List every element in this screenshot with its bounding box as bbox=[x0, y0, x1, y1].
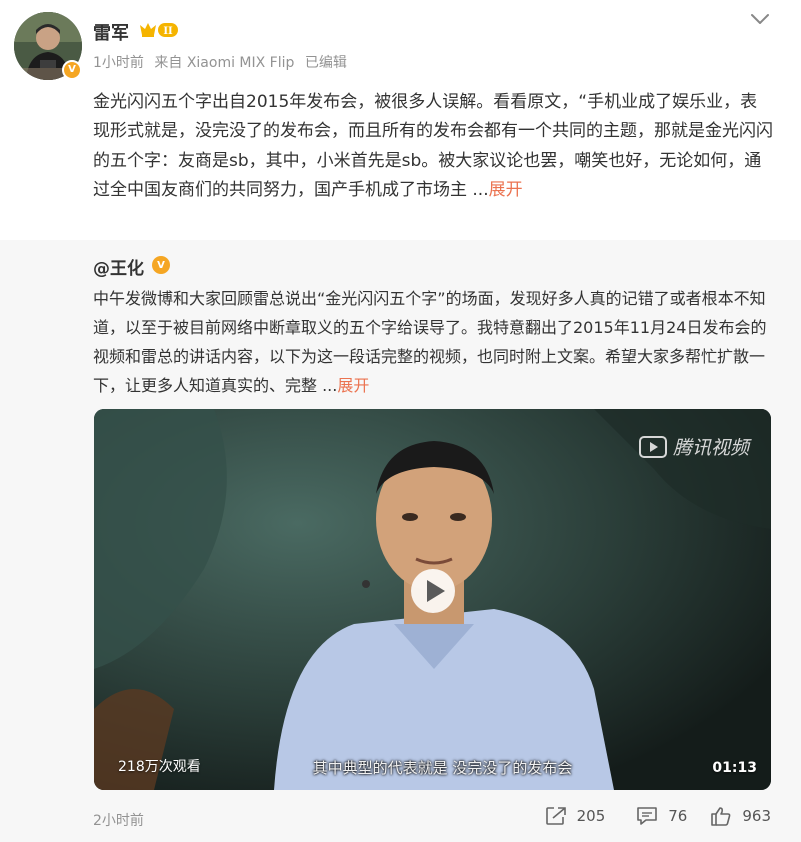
chevron-down-icon[interactable] bbox=[749, 12, 771, 26]
verified-badge-icon: V bbox=[152, 256, 170, 274]
post-edited[interactable]: 已编辑 bbox=[305, 55, 347, 71]
repost-time[interactable]: 2小时前 bbox=[93, 810, 144, 830]
member-level-text: II bbox=[163, 26, 173, 37]
post-body: 金光闪闪五个字出自2015年发布会，被很多人误解。看看原文，“手机业成了娱乐业，… bbox=[93, 88, 773, 206]
like-count: 963 bbox=[742, 807, 771, 825]
share-count: 205 bbox=[576, 807, 606, 825]
post-header: V 雷军 II 1小时前 来自 Xiaomi MIX Flip 已编辑 bbox=[0, 0, 801, 90]
comment-count: 76 bbox=[668, 807, 688, 825]
post-expand-link[interactable]: 展开 bbox=[489, 180, 523, 200]
author-name[interactable]: 雷军 bbox=[93, 19, 129, 45]
video-duration: 01:13 bbox=[712, 760, 757, 776]
like-button[interactable]: 963 bbox=[710, 806, 771, 826]
post-meta: 1小时前 来自 Xiaomi MIX Flip 已编辑 bbox=[93, 52, 353, 72]
repost-expand-link[interactable]: 展开 bbox=[337, 376, 369, 395]
post-time[interactable]: 1小时前 bbox=[93, 55, 144, 71]
repost-body: 中午发微博和大家回顾雷总说出“金光闪闪五个字”的场面，发现好多人真的记错了或者根… bbox=[93, 284, 773, 400]
comment-button[interactable]: 76 bbox=[636, 806, 687, 826]
video-watermark: 腾讯视频 bbox=[638, 433, 749, 460]
thumbs-up-icon bbox=[711, 807, 731, 826]
member-crown-icon[interactable]: II bbox=[138, 20, 180, 40]
share-icon bbox=[545, 807, 566, 825]
share-button[interactable]: 205 bbox=[545, 806, 606, 826]
tencent-video-logo-icon bbox=[638, 435, 667, 458]
comment-icon bbox=[637, 807, 658, 825]
repost-body-text: 中午发微博和大家回顾雷总说出“金光闪闪五个字”的场面，发现好多人真的记错了或者根… bbox=[93, 289, 767, 395]
reposted-content: @王化 V 中午发微博和大家回顾雷总说出“金光闪闪五个字”的场面，发现好多人真的… bbox=[0, 240, 801, 842]
watermark-text: 腾讯视频 bbox=[672, 437, 749, 459]
repost-author[interactable]: @王化 bbox=[93, 254, 144, 279]
post-body-text: 金光闪闪五个字出自2015年发布会，被很多人误解。看看原文，“手机业成了娱乐业，… bbox=[93, 92, 773, 201]
verified-badge-icon: V bbox=[62, 60, 82, 80]
action-bar: 205 76 963 bbox=[545, 806, 771, 826]
play-icon[interactable] bbox=[410, 568, 456, 614]
video-view-count: 218万次观看 bbox=[118, 759, 201, 775]
post-source: 来自 Xiaomi MIX Flip bbox=[154, 55, 295, 71]
